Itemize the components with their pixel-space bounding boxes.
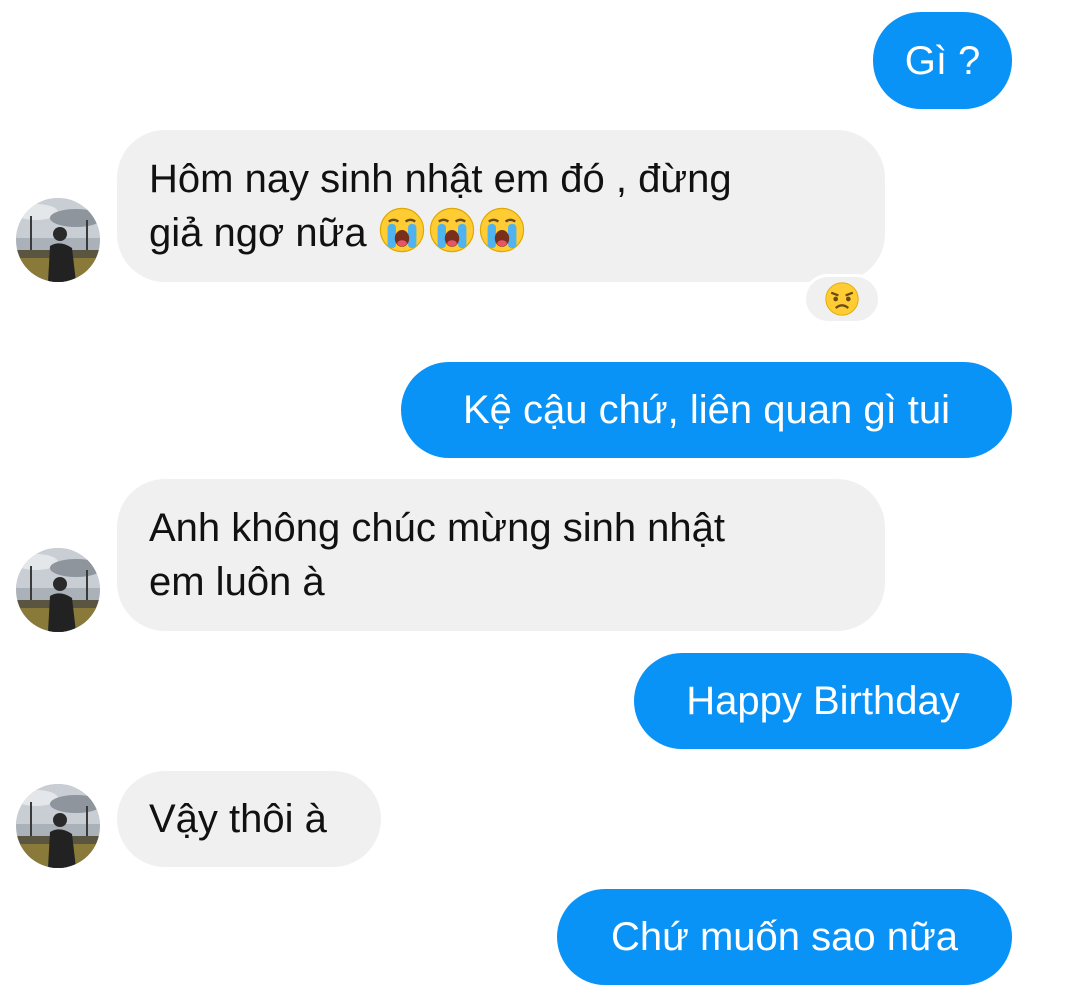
message-text: Vậy thôi à: [149, 797, 327, 841]
angry-face-icon: [824, 281, 860, 317]
outgoing-message[interactable]: Gì ?: [873, 12, 1012, 109]
avatar[interactable]: [16, 548, 100, 632]
message-text: Happy Birthday: [686, 679, 960, 723]
incoming-message[interactable]: Anh không chúc mừng sinh nhật em luôn à: [117, 479, 885, 631]
message-text: em luôn à: [149, 560, 325, 604]
outgoing-message[interactable]: Happy Birthday: [634, 653, 1012, 749]
incoming-message[interactable]: Vậy thôi à: [117, 771, 381, 867]
message-text: Chứ muốn sao nữa: [610, 915, 959, 959]
message-text: Anh không chúc mừng sinh nhật: [149, 506, 726, 550]
loudly-crying-face-icon: [478, 207, 525, 253]
outgoing-message[interactable]: Chứ muốn sao nữa: [557, 889, 1012, 985]
message-text: Hôm nay sinh nhật em đó , đừng: [149, 157, 732, 201]
outgoing-message[interactable]: Kệ cậu chứ, liên quan gì tui: [401, 362, 1012, 458]
avatar[interactable]: [16, 198, 100, 282]
avatar[interactable]: [16, 784, 100, 868]
loudly-crying-face-icon: [428, 207, 475, 253]
incoming-message[interactable]: Hôm nay sinh nhật em đó , đừng giả ngơ n…: [117, 130, 885, 282]
loudly-crying-face-icon: [378, 207, 425, 253]
message-text: giả ngơ nữa: [149, 211, 367, 255]
message-text: Kệ cậu chứ, liên quan gì tui: [462, 388, 951, 432]
message-text: Gì ?: [904, 38, 981, 83]
message-reaction[interactable]: [803, 274, 881, 324]
